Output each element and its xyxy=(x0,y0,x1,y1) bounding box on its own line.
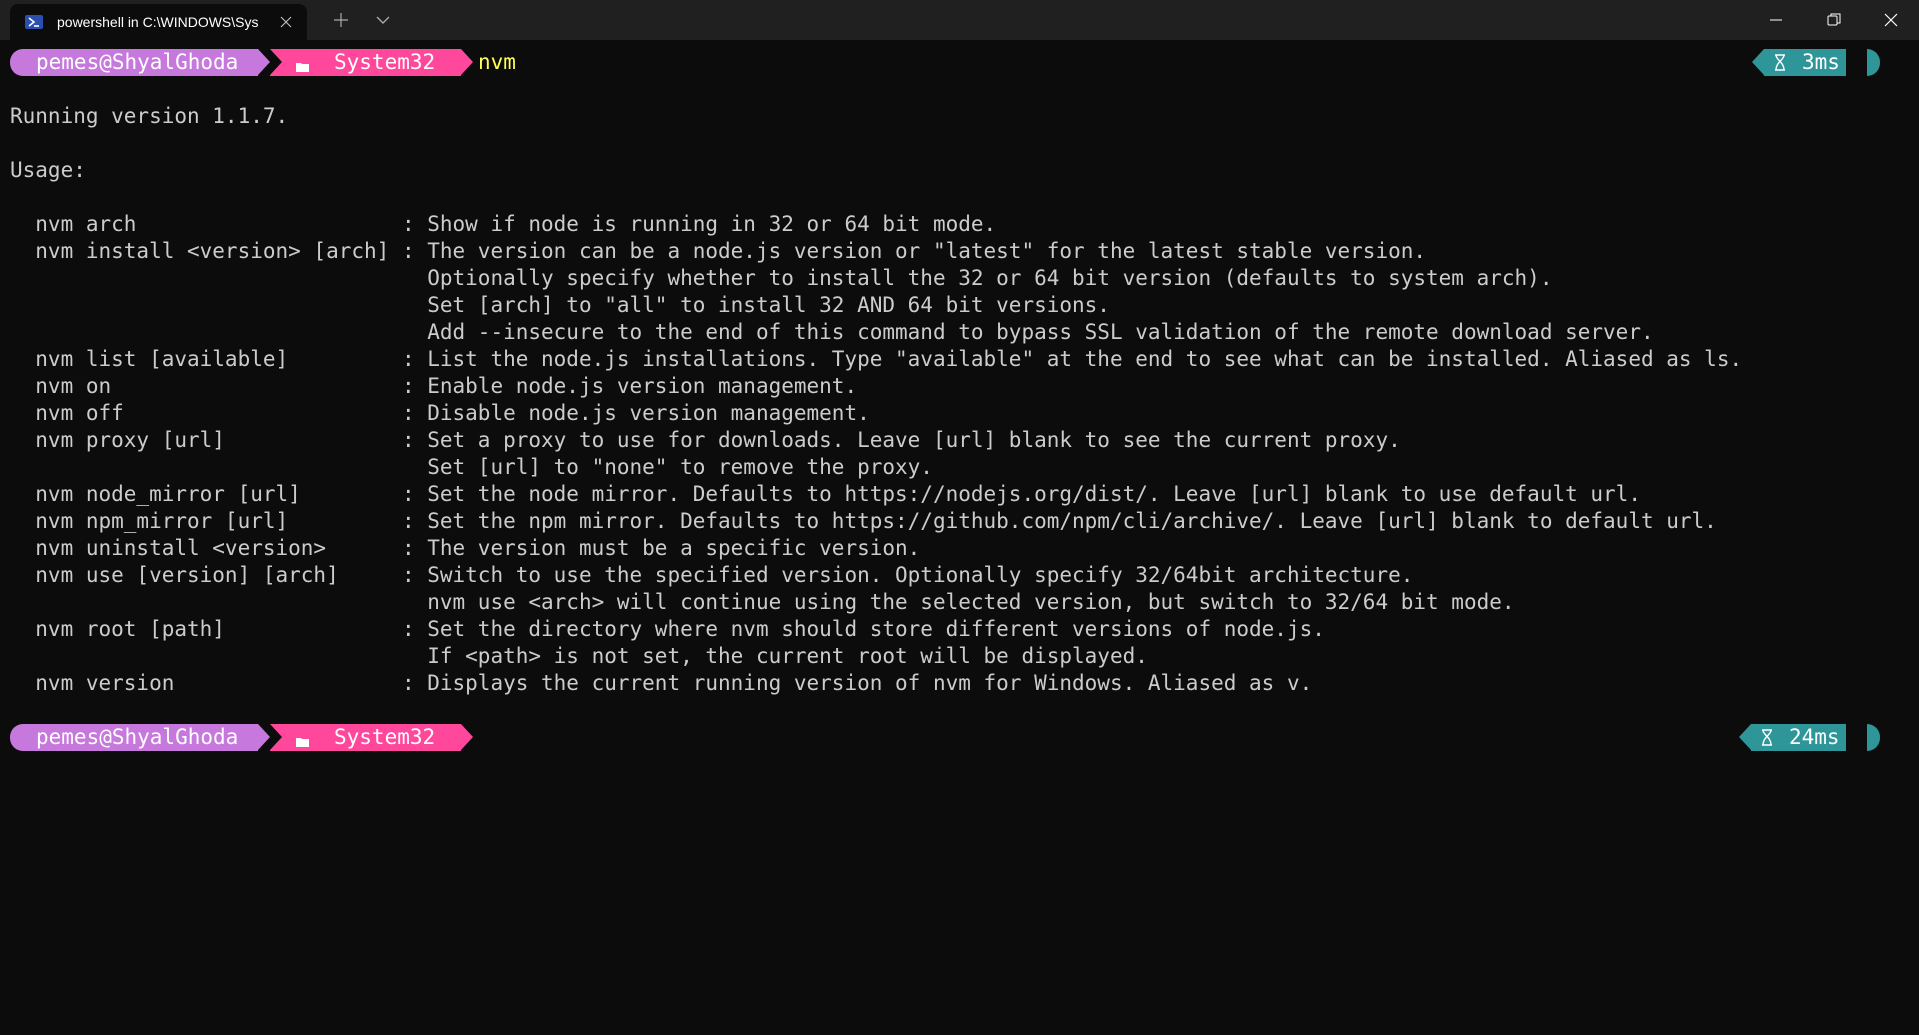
prompt-line: pemes@ShyalGhoda System32 nvm 3ms xyxy=(10,49,1910,76)
segment-arrow xyxy=(1752,49,1764,75)
list-item: nvm install <version> [arch] : The versi… xyxy=(10,239,1427,263)
segment-arrow xyxy=(258,724,270,750)
prompt-elapsed-time: 24ms xyxy=(1789,725,1840,749)
list-item: Add --insecure to the end of this comman… xyxy=(401,320,1654,344)
tab-close-icon[interactable] xyxy=(277,13,295,31)
list-item: nvm use [version] [arch] : Switch to use… xyxy=(10,563,1414,587)
segment-arrow xyxy=(258,49,270,75)
version-line: Running version 1.1.7. xyxy=(10,104,289,128)
list-item: nvm off : Disable node.js version manage… xyxy=(10,401,870,425)
tab-title: powershell in C:\WINDOWS\Sys xyxy=(57,14,259,30)
segment-notch xyxy=(270,724,282,750)
segment-notch xyxy=(270,49,282,75)
restore-icon[interactable] xyxy=(1806,0,1862,40)
folder-icon xyxy=(296,732,309,747)
dropdown-chevron-down-icon[interactable] xyxy=(368,6,398,34)
prompt-path: System32 xyxy=(334,50,436,74)
folder-icon xyxy=(296,57,309,72)
list-item: Set [arch] to "all" to install 32 AND 64… xyxy=(401,293,1110,317)
terminal-tab[interactable]: powershell in C:\WINDOWS\Sys xyxy=(10,4,307,40)
close-window-icon[interactable] xyxy=(1863,0,1919,40)
list-item: nvm on : Enable node.js version manageme… xyxy=(10,374,858,398)
prompt-command: nvm xyxy=(478,50,516,74)
list-item: nvm proxy [url] : Set a proxy to use for… xyxy=(10,428,1401,452)
list-item: nvm use <arch> will continue using the s… xyxy=(401,590,1515,614)
segment-arrow xyxy=(1739,724,1751,750)
prompt-line: pemes@ShyalGhoda System32 24ms xyxy=(10,724,1910,751)
prompt-user: pemes@ShyalGhoda xyxy=(36,725,239,749)
list-item: nvm uninstall <version> : The version mu… xyxy=(10,536,921,560)
list-item: nvm node_mirror [url] : Set the node mir… xyxy=(10,482,1641,506)
new-tab-plus-icon[interactable] xyxy=(326,6,356,34)
list-item: Optionally specify whether to install th… xyxy=(401,266,1553,290)
prompt-path: System32 xyxy=(334,725,436,749)
hourglass-icon xyxy=(1761,729,1773,746)
list-item: Set [url] to "none" to remove the proxy. xyxy=(401,455,933,479)
terminal-output[interactable]: pemes@ShyalGhoda System32 nvm 3ms Runnin… xyxy=(10,40,1910,1035)
segment-arrow xyxy=(461,49,473,75)
prompt-user: pemes@ShyalGhoda xyxy=(36,50,239,74)
minimize-icon[interactable] xyxy=(1748,0,1804,40)
time-segment-cap xyxy=(1867,49,1880,76)
list-item: nvm version : Displays the current runni… xyxy=(10,671,1313,695)
time-segment-cap xyxy=(1867,724,1880,751)
list-item: If <path> is not set, the current root w… xyxy=(401,644,1148,668)
title-bar: powershell in C:\WINDOWS\Sys xyxy=(0,0,1919,40)
hourglass-icon xyxy=(1774,54,1786,71)
list-item: nvm list [available] : List the node.js … xyxy=(10,347,1743,371)
usage-label: Usage: xyxy=(10,158,86,182)
list-item: nvm root [path] : Set the directory wher… xyxy=(10,617,1325,641)
usage-list: nvm arch : Show if node is running in 32… xyxy=(10,211,1910,697)
powershell-icon xyxy=(25,15,43,29)
list-item: nvm npm_mirror [url] : Set the npm mirro… xyxy=(10,509,1717,533)
segment-arrow xyxy=(461,724,473,750)
prompt-elapsed-time: 3ms xyxy=(1802,50,1840,74)
list-item: nvm arch : Show if node is running in 32… xyxy=(10,212,997,236)
